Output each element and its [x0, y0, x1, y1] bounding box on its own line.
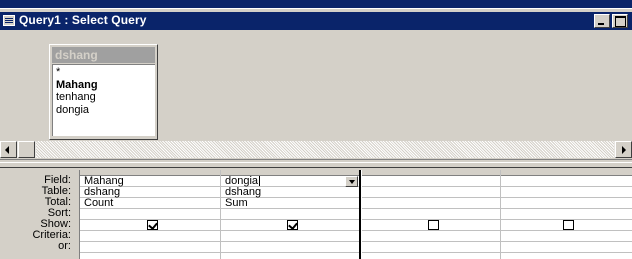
grid-column-2[interactable]: dongia dshang Sum [221, 170, 361, 259]
field-item-tenhang[interactable]: tenhang [56, 91, 155, 104]
scroll-thumb[interactable] [18, 141, 35, 158]
pane-splitter[interactable] [0, 159, 632, 168]
scroll-track[interactable] [36, 141, 614, 158]
cell-sort[interactable] [362, 209, 500, 220]
maximize-button[interactable] [612, 14, 628, 28]
row-label-or: or: [58, 240, 71, 252]
grid-column-1[interactable]: Mahang dshang Count [80, 170, 221, 259]
cell-criteria[interactable] [362, 231, 500, 242]
show-checkbox[interactable] [286, 220, 298, 230]
cell-total[interactable]: Sum [221, 198, 359, 209]
cell-criteria[interactable] [80, 231, 220, 242]
query-icon [3, 15, 15, 26]
cell-or[interactable] [501, 242, 632, 253]
cell-or[interactable] [221, 242, 359, 253]
cell-field[interactable] [501, 176, 632, 187]
cell-show[interactable] [221, 220, 359, 231]
cell-or[interactable] [80, 242, 220, 253]
cell-sort[interactable] [221, 209, 359, 220]
minimize-button[interactable] [594, 14, 610, 28]
cell-total[interactable] [362, 198, 500, 209]
cell-sort[interactable] [501, 209, 632, 220]
window-controls [592, 14, 628, 28]
show-checkbox[interactable] [563, 220, 574, 230]
cell-show[interactable] [501, 220, 632, 231]
cell-criteria[interactable] [501, 231, 632, 242]
field-list-body: * Mahang tenhang dongia [52, 64, 155, 136]
arrow-left-icon[interactable] [0, 141, 17, 158]
grid-columns: Mahang dshang Count dongia dshang Sum [79, 170, 632, 259]
field-list-dshang[interactable]: dshang * Mahang tenhang dongia [49, 44, 158, 140]
text-caret [259, 176, 261, 187]
field-item-mahang[interactable]: Mahang [56, 79, 155, 92]
title-bar[interactable]: Query1 : Select Query [0, 12, 632, 30]
cell-or[interactable] [362, 242, 500, 253]
chevron-down-icon[interactable] [345, 176, 358, 187]
cell-table[interactable] [362, 187, 500, 198]
field-item-dongia[interactable]: dongia [56, 104, 155, 117]
cell-sort[interactable] [80, 209, 220, 220]
background-window-strip [0, 0, 632, 8]
cell-field[interactable] [362, 176, 500, 187]
grid-column-3[interactable] [362, 170, 501, 259]
field-item-all[interactable]: * [56, 66, 155, 79]
field-list-title[interactable]: dshang [52, 47, 155, 63]
table-pane: dshang * Mahang tenhang dongia [0, 31, 632, 143]
cell-criteria[interactable] [221, 231, 359, 242]
cell-table[interactable] [501, 187, 632, 198]
grid-row-labels: Field: Table: Total: Sort: Show: Criteri… [0, 175, 73, 252]
horizontal-scrollbar[interactable] [0, 141, 632, 158]
cell-total[interactable]: Count [80, 198, 220, 209]
grid-column-4[interactable] [501, 170, 632, 259]
show-checkbox[interactable] [427, 220, 439, 230]
window-title: Query1 : Select Query [19, 13, 147, 27]
cell-total[interactable] [501, 198, 632, 209]
design-grid: Field: Table: Total: Sort: Show: Criteri… [0, 170, 632, 259]
cell-show[interactable] [80, 220, 220, 231]
cell-show[interactable] [362, 220, 500, 231]
arrow-right-icon[interactable] [615, 141, 632, 158]
show-checkbox[interactable] [146, 220, 158, 230]
